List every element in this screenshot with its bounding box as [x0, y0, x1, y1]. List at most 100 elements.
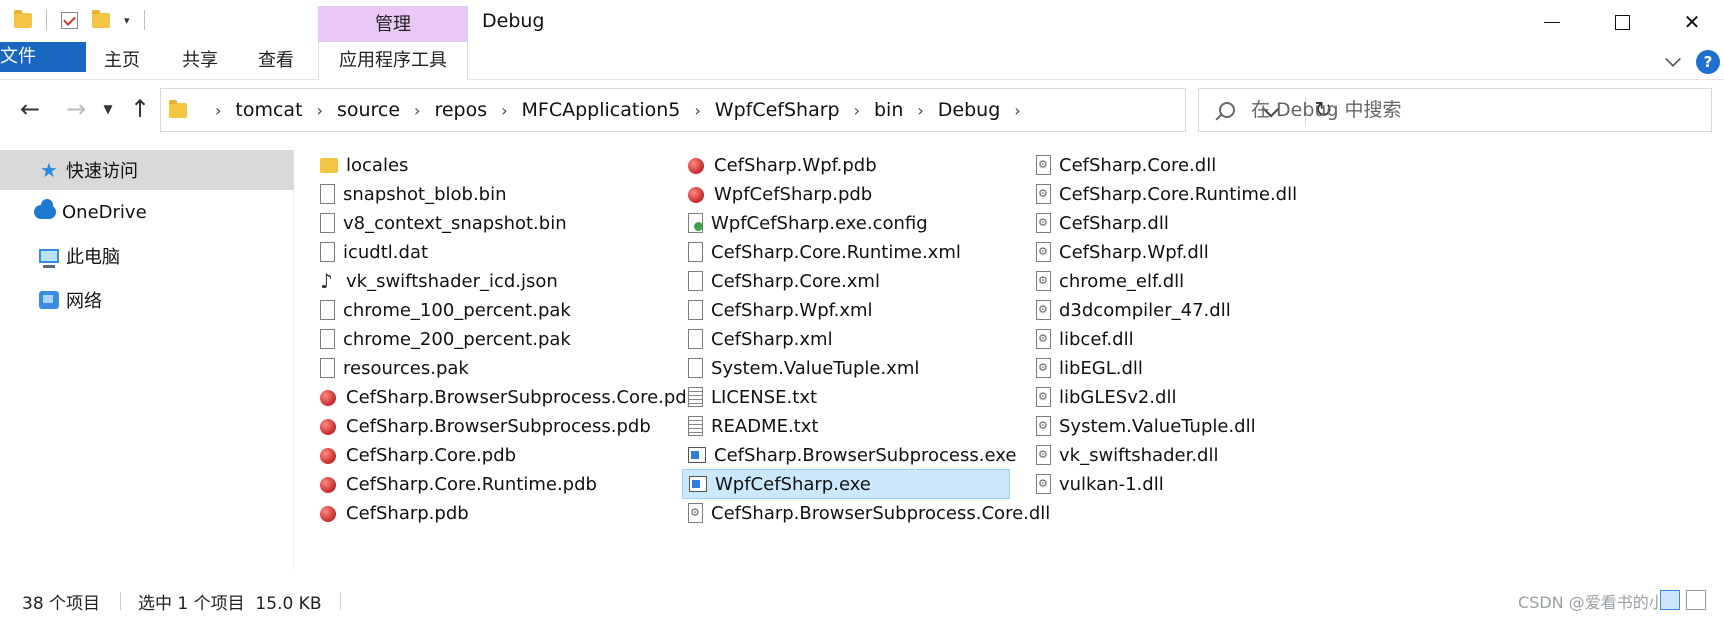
- file-item[interactable]: libEGL.dll: [1036, 353, 1143, 383]
- up-button[interactable]: ↑: [124, 94, 156, 124]
- breadcrumb-item[interactable]: repos: [434, 99, 487, 121]
- file-name: CefSharp.BrowserSubprocess.exe: [714, 444, 1017, 466]
- new-folder-icon[interactable]: [92, 9, 110, 28]
- file-name: CefSharp.Core.Runtime.pdb: [346, 473, 597, 495]
- dll-file-icon: [688, 503, 703, 523]
- computer-icon: [38, 246, 60, 268]
- file-name: CefSharp.Wpf.dll: [1059, 241, 1209, 263]
- details-view-icon[interactable]: [1660, 590, 1680, 610]
- chevron-right-icon[interactable]: ›: [215, 101, 221, 120]
- breadcrumb-item[interactable]: tomcat: [235, 99, 302, 121]
- file-item[interactable]: locales: [320, 150, 408, 180]
- file-item[interactable]: CefSharp.Core.Runtime.dll: [1036, 179, 1297, 209]
- file-item[interactable]: chrome_200_percent.pak: [320, 324, 571, 354]
- file-item[interactable]: CefSharp.Core.xml: [688, 266, 880, 296]
- file-item[interactable]: CefSharp.dll: [1036, 208, 1169, 238]
- blank-file-icon: [320, 329, 335, 349]
- recent-locations-button[interactable]: ▼: [98, 94, 118, 124]
- file-name: chrome_100_percent.pak: [343, 299, 571, 321]
- chevron-right-icon[interactable]: ›: [854, 101, 860, 120]
- chevron-right-icon[interactable]: ›: [317, 101, 323, 120]
- tab-application-tools[interactable]: 应用程序工具: [318, 42, 468, 80]
- file-item[interactable]: d3dcompiler_47.dll: [1036, 295, 1231, 325]
- large-icons-view-icon[interactable]: [1686, 590, 1706, 610]
- file-item[interactable]: CefSharp.BrowserSubprocess.Core.pdb: [320, 382, 698, 412]
- file-item[interactable]: v8_context_snapshot.bin: [320, 208, 567, 238]
- qat-separator: [143, 10, 145, 30]
- file-item[interactable]: icudtl.dat: [320, 237, 428, 267]
- breadcrumb-item[interactable]: source: [337, 99, 400, 121]
- file-item[interactable]: resources.pak: [320, 353, 469, 383]
- minimize-button[interactable]: [1532, 8, 1572, 36]
- breadcrumb-item[interactable]: MFCApplication5: [522, 99, 681, 121]
- file-item[interactable]: System.ValueTuple.xml: [688, 353, 919, 383]
- file-item[interactable]: CefSharp.BrowserSubprocess.Core.dll: [688, 498, 1050, 528]
- folder-icon[interactable]: [14, 9, 32, 28]
- file-name: d3dcompiler_47.dll: [1059, 299, 1231, 321]
- back-button[interactable]: ←: [14, 94, 46, 124]
- address-bar[interactable]: › tomcat › source › repos › MFCApplicati…: [160, 88, 1333, 132]
- tab-home[interactable]: 主页: [104, 42, 140, 80]
- sidebar-item-quick-access[interactable]: ★ 快速访问: [0, 150, 294, 190]
- tab-file[interactable]: 文件: [0, 42, 86, 72]
- chevron-right-icon[interactable]: ›: [414, 101, 420, 120]
- close-button[interactable]: ✕: [1672, 8, 1712, 36]
- help-icon[interactable]: ?: [1696, 50, 1720, 74]
- file-item[interactable]: chrome_elf.dll: [1036, 266, 1184, 296]
- sidebar-item-onedrive[interactable]: OneDrive: [0, 192, 294, 232]
- file-item[interactable]: libcef.dll: [1036, 324, 1134, 354]
- arrow-right-icon: →: [65, 95, 87, 123]
- file-item[interactable]: CefSharp.Core.Runtime.xml: [688, 237, 961, 267]
- file-item[interactable]: snapshot_blob.bin: [320, 179, 507, 209]
- properties-icon[interactable]: [61, 11, 78, 29]
- file-item[interactable]: CefSharp.BrowserSubprocess.pdb: [320, 411, 651, 441]
- file-item[interactable]: WpfCefSharp.exe.config: [688, 208, 928, 238]
- file-item[interactable]: CefSharp.Wpf.dll: [1036, 237, 1209, 267]
- file-item[interactable]: CefSharp.Wpf.xml: [688, 295, 873, 325]
- sidebar-item-label: 网络: [66, 291, 102, 312]
- file-item[interactable]: WpfCefSharp.pdb: [688, 179, 872, 209]
- file-item[interactable]: LICENSE.txt: [688, 382, 817, 412]
- file-name: CefSharp.Core.Runtime.dll: [1059, 183, 1298, 205]
- pdb-file-icon: [320, 387, 338, 407]
- tab-share[interactable]: 共享: [182, 42, 218, 80]
- search-input[interactable]: [1251, 99, 1651, 121]
- forward-button[interactable]: →: [60, 94, 92, 124]
- sidebar-item-network[interactable]: 网络: [0, 280, 294, 320]
- chevron-right-icon[interactable]: ›: [694, 101, 700, 120]
- chevron-right-icon[interactable]: ›: [917, 101, 923, 120]
- file-item[interactable]: CefSharp.Core.dll: [1036, 150, 1216, 180]
- search-box[interactable]: [1198, 88, 1712, 132]
- file-item[interactable]: README.txt: [688, 411, 818, 441]
- customize-qat-icon[interactable]: ▾: [124, 14, 130, 27]
- file-item[interactable]: WpfCefSharp.exe: [682, 469, 1010, 499]
- file-item[interactable]: CefSharp.Core.Runtime.pdb: [320, 469, 597, 499]
- pdb-file-icon: [320, 416, 338, 436]
- breadcrumb-item[interactable]: Debug: [938, 99, 1000, 121]
- file-item[interactable]: vulkan-1.dll: [1036, 469, 1164, 499]
- file-item[interactable]: CefSharp.BrowserSubprocess.exe: [688, 440, 1016, 470]
- file-item[interactable]: chrome_100_percent.pak: [320, 295, 571, 325]
- breadcrumb-item[interactable]: bin: [874, 99, 903, 121]
- file-item[interactable]: CefSharp.xml: [688, 324, 833, 354]
- file-item[interactable]: CefSharp.Wpf.pdb: [688, 150, 877, 180]
- manage-context-tab[interactable]: 管理: [318, 6, 468, 42]
- file-item[interactable]: libGLESv2.dll: [1036, 382, 1176, 412]
- breadcrumb-item[interactable]: WpfCefSharp: [715, 99, 840, 121]
- file-item[interactable]: System.ValueTuple.dll: [1036, 411, 1256, 441]
- chevron-right-icon[interactable]: ›: [501, 101, 507, 120]
- file-name: snapshot_blob.bin: [343, 183, 507, 205]
- chevron-right-icon[interactable]: ›: [1014, 101, 1020, 120]
- file-item[interactable]: vk_swiftshader_icd.json: [320, 266, 558, 296]
- blank-file-icon: [688, 300, 703, 320]
- file-item[interactable]: CefSharp.Core.pdb: [320, 440, 516, 470]
- sidebar-item-this-pc[interactable]: 此电脑: [0, 236, 294, 276]
- tab-view[interactable]: 查看: [258, 42, 294, 80]
- file-item[interactable]: vk_swiftshader.dll: [1036, 440, 1218, 470]
- arrow-left-icon: ←: [19, 95, 41, 123]
- breadcrumb: › tomcat › source › repos › MFCApplicati…: [201, 99, 1035, 121]
- file-item[interactable]: CefSharp.pdb: [320, 498, 469, 528]
- maximize-button[interactable]: [1602, 8, 1642, 36]
- expand-ribbon-chevron-icon[interactable]: [1665, 51, 1681, 67]
- status-separator: [340, 592, 341, 610]
